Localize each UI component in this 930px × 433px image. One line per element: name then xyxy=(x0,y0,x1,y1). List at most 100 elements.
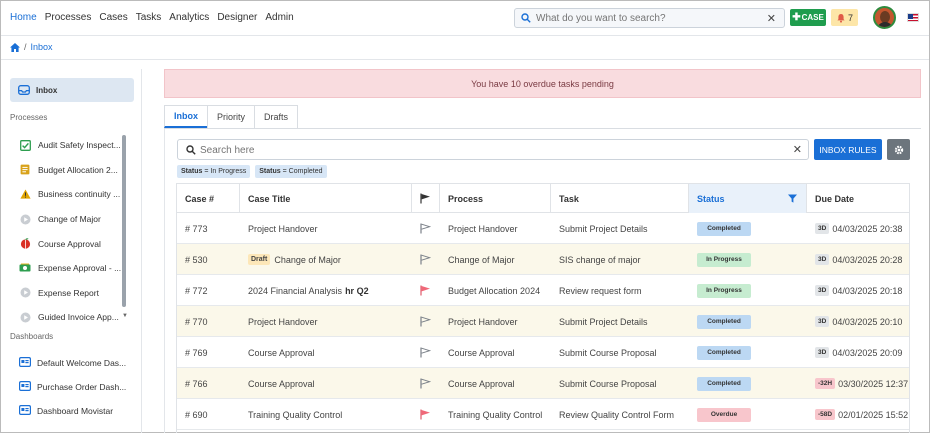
cell-case-number[interactable]: # 766 xyxy=(185,368,208,399)
cell-process[interactable]: Course Approval xyxy=(448,337,515,368)
cell-task[interactable]: Submit Project Details xyxy=(559,213,648,244)
global-search-input[interactable] xyxy=(536,11,764,25)
status-badge: Completed xyxy=(697,314,751,329)
cell-case-number[interactable]: # 773 xyxy=(185,213,208,244)
clear-task-search-button[interactable]: ✕ xyxy=(793,143,802,156)
cell-process[interactable]: Budget Allocation 2024 xyxy=(448,275,540,306)
flag-outline-icon[interactable] xyxy=(420,337,431,368)
cell-case-title[interactable]: 2024 Financial Analysis hr Q2 xyxy=(248,275,369,306)
nav-designer[interactable]: Designer xyxy=(217,12,257,23)
tasks-table: Case # Case Title Process Task Status Du… xyxy=(176,183,910,433)
flag-outline-icon[interactable] xyxy=(420,244,431,275)
tab-drafts[interactable]: Drafts xyxy=(254,105,299,128)
nav-tasks[interactable]: Tasks xyxy=(136,12,162,23)
home-icon[interactable] xyxy=(10,42,20,52)
nav-analytics[interactable]: Analytics xyxy=(169,12,209,23)
notification-count: 7 xyxy=(847,12,853,23)
cell-case-title[interactable]: Course Approval xyxy=(248,337,315,368)
cell-process[interactable]: Project Handover xyxy=(448,306,518,337)
cell-process[interactable]: Course Approval xyxy=(448,368,515,399)
filter-icon[interactable] xyxy=(788,194,797,203)
sidebar-inbox-label: Inbox xyxy=(36,85,58,95)
sidebar-dashboard-item[interactable]: Purchase Order Dash... xyxy=(19,375,137,399)
cell-case-number[interactable]: # 772 xyxy=(185,275,208,306)
header-due-date[interactable]: Due Date xyxy=(807,184,909,213)
cell-case-number[interactable]: # 530 xyxy=(185,244,208,275)
new-case-button[interactable]: ✚ CASE xyxy=(790,9,826,26)
sidebar-item-inbox[interactable]: Inbox xyxy=(10,78,134,102)
cell-task[interactable]: Review Quality Control Form xyxy=(559,399,674,430)
filter-chip[interactable]: Status = In Progress xyxy=(177,165,251,178)
header-case[interactable]: Case # xyxy=(177,184,240,213)
table-row[interactable]: # 770 Project Handover Project Handover Sub… xyxy=(177,306,909,337)
header-case-title[interactable]: Case Title xyxy=(240,184,412,213)
nav-home[interactable]: Home xyxy=(10,12,37,23)
main-nav: Home Processes Cases Tasks Analytics Designer… xyxy=(10,12,294,23)
header-status[interactable]: Status xyxy=(689,184,807,213)
flag-outline-icon[interactable] xyxy=(420,306,431,337)
flag-outline-icon[interactable] xyxy=(420,213,431,244)
table-row[interactable]: # 773 Project Handover Project Handover Sub… xyxy=(177,213,909,244)
task-search[interactable]: ✕ xyxy=(177,139,809,160)
cell-case-title[interactable]: Training Quality Control xyxy=(248,399,342,430)
draft-badge: Draft xyxy=(248,254,271,265)
table-row[interactable]: # 769 Course Approval Course Approval Submi… xyxy=(177,337,909,368)
sidebar-scrollbar[interactable] xyxy=(122,135,126,307)
sidebar-process-item[interactable]: Budget Allocation 2... xyxy=(19,158,123,183)
cell-case-title[interactable]: Draft Change of Major xyxy=(248,244,341,275)
task-search-input[interactable] xyxy=(200,143,780,157)
global-search[interactable]: ✕ xyxy=(514,8,785,28)
filter-chip[interactable]: Status = Completed xyxy=(255,165,327,178)
sidebar-process-item[interactable]: Guided Invoice App... xyxy=(19,305,123,330)
sidebar-process-item[interactable]: Course Approval xyxy=(19,231,123,256)
due-date-text: 04/03/2025 20:18 xyxy=(832,285,903,296)
cell-task[interactable]: Submit Course Proposal xyxy=(559,368,657,399)
user-avatar[interactable] xyxy=(873,6,896,29)
cell-task[interactable]: Submit Course Proposal xyxy=(559,337,657,368)
table-row[interactable]: # 766 Course Approval Course Approval Submi… xyxy=(177,368,909,399)
cell-case-number[interactable]: # 769 xyxy=(185,337,208,368)
settings-button[interactable] xyxy=(887,139,910,160)
cell-case-title[interactable]: Course Approval xyxy=(248,368,315,399)
cell-task[interactable]: Review request form xyxy=(559,275,642,306)
header-flag[interactable] xyxy=(412,184,440,213)
cell-case-number[interactable]: # 690 xyxy=(185,399,208,430)
sidebar-process-item[interactable]: Audit Safety Inspect... xyxy=(19,133,123,158)
sidebar-process-item[interactable]: Business continuity ... xyxy=(19,182,123,207)
sidebar-process-item[interactable]: Expense Report xyxy=(19,281,123,306)
cell-task[interactable]: Submit Project Details xyxy=(559,306,648,337)
flag-outline-icon[interactable] xyxy=(420,368,431,399)
header-process[interactable]: Process xyxy=(440,184,551,213)
tab-inbox[interactable]: Inbox xyxy=(164,105,208,128)
notifications-button[interactable]: 7 xyxy=(831,9,858,26)
due-tag-badge: 3D xyxy=(815,254,830,265)
tab-priority[interactable]: Priority xyxy=(207,105,256,128)
clear-search-button[interactable]: ✕ xyxy=(767,12,776,25)
scroll-down-icon[interactable]: ▼ xyxy=(122,313,128,319)
cell-process[interactable]: Project Handover xyxy=(448,213,518,244)
table-row[interactable]: # 690 Training Quality Control Training Qu… xyxy=(177,399,909,430)
cell-status: Completed xyxy=(697,337,751,368)
inbox-rules-button[interactable]: INBOX RULES xyxy=(814,139,882,160)
nav-cases[interactable]: Cases xyxy=(99,12,127,23)
sidebar-dashboard-item[interactable]: Dashboard Movistar xyxy=(19,399,137,423)
sidebar-dashboard-item[interactable]: Default Welcome Das... xyxy=(19,351,137,375)
cell-case-number[interactable]: # 770 xyxy=(185,306,208,337)
nav-admin[interactable]: Admin xyxy=(265,12,293,23)
case-title-text: Training Quality Control xyxy=(248,409,343,420)
sidebar-process-item[interactable]: Expense Approval - ... xyxy=(19,256,123,281)
cell-process[interactable]: Change of Major xyxy=(448,244,515,275)
sidebar-process-item[interactable]: Change of Major xyxy=(19,207,123,232)
header-task[interactable]: Task xyxy=(551,184,689,213)
flag-red-icon[interactable] xyxy=(420,399,431,430)
cell-task[interactable]: SIS change of major xyxy=(559,244,641,275)
cell-case-title[interactable]: Project Handover xyxy=(248,213,318,244)
cell-case-title[interactable]: Project Handover xyxy=(248,306,318,337)
table-row[interactable]: # 530 Draft Change of Major Change of Major… xyxy=(177,244,909,275)
cell-process[interactable]: Training Quality Control xyxy=(448,399,542,430)
us-flag-icon[interactable] xyxy=(907,13,919,22)
breadcrumb-inbox[interactable]: Inbox xyxy=(31,42,53,52)
table-row[interactable]: # 772 2024 Financial Analysis hr Q2 Budget … xyxy=(177,275,909,306)
flag-red-icon[interactable] xyxy=(420,275,431,306)
nav-processes[interactable]: Processes xyxy=(45,12,92,23)
